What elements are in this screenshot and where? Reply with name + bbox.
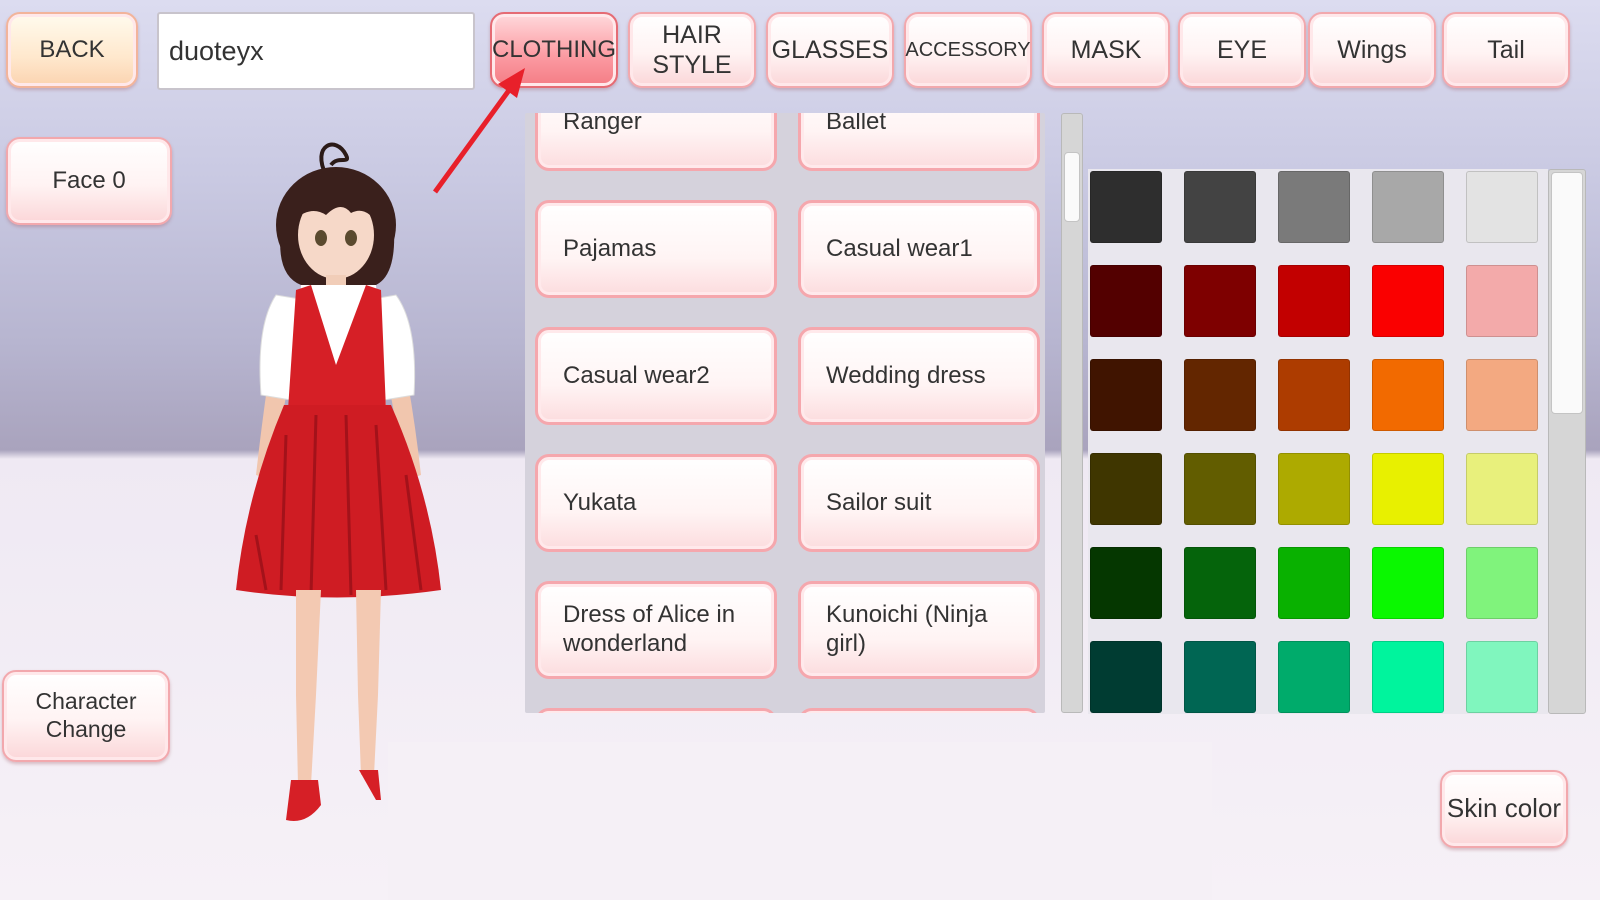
color-swatch[interactable] (1090, 171, 1162, 243)
color-swatch[interactable] (1466, 359, 1538, 431)
clothing-item[interactable]: Casual wear1 (798, 200, 1040, 298)
clothing-item[interactable]: Sailor suit (798, 454, 1040, 552)
clothing-item[interactable] (798, 708, 1040, 713)
tab-tail[interactable]: Tail (1442, 12, 1570, 88)
clothing-list-scroll-thumb[interactable] (1064, 152, 1080, 222)
color-swatch[interactable] (1184, 359, 1256, 431)
clothing-item[interactable]: Casual wear2 (535, 327, 777, 425)
clothing-item[interactable]: Dress of Alice in wonderland (535, 581, 777, 679)
color-swatch[interactable] (1466, 171, 1538, 243)
clothing-item[interactable]: Ballet (798, 113, 1040, 171)
tab-hair-style[interactable]: HAIR STYLE (628, 12, 756, 88)
clothing-item[interactable]: Wedding dress (798, 327, 1040, 425)
color-swatch[interactable] (1184, 547, 1256, 619)
skin-color-button[interactable]: Skin color (1440, 770, 1568, 848)
tab-eye[interactable]: EYE (1178, 12, 1306, 88)
color-swatch[interactable] (1466, 547, 1538, 619)
clothing-item[interactable]: Yukata (535, 454, 777, 552)
color-swatch[interactable] (1278, 171, 1350, 243)
color-swatch[interactable] (1278, 641, 1350, 713)
bottom-panel (388, 742, 1212, 900)
palette-scroll-thumb[interactable] (1551, 172, 1583, 414)
color-swatch[interactable] (1466, 265, 1538, 337)
color-swatch[interactable] (1278, 453, 1350, 525)
color-swatch[interactable] (1372, 641, 1444, 713)
tab-accessory[interactable]: ACCESSORY (904, 12, 1032, 88)
clothing-list[interactable]: Ranger Ballet Pajamas Casual wear1 Casual we… (525, 113, 1045, 713)
color-swatch[interactable] (1090, 453, 1162, 525)
color-swatch[interactable] (1184, 265, 1256, 337)
face-button[interactable]: Face 0 (6, 137, 172, 225)
color-swatch[interactable] (1372, 265, 1444, 337)
color-palette[interactable] (1088, 169, 1548, 714)
back-button[interactable]: BACK (6, 12, 138, 88)
clothing-item[interactable]: Ranger (535, 113, 777, 171)
clothing-item[interactable] (535, 708, 777, 713)
color-swatch[interactable] (1184, 641, 1256, 713)
character-change-button[interactable]: Character Change (2, 670, 170, 762)
tab-wings[interactable]: Wings (1308, 12, 1436, 88)
tutorial-arrow (432, 68, 525, 194)
color-swatch[interactable] (1278, 547, 1350, 619)
color-swatch[interactable] (1372, 359, 1444, 431)
color-swatch[interactable] (1090, 547, 1162, 619)
color-swatch[interactable] (1372, 547, 1444, 619)
palette-scrollbar[interactable] (1548, 169, 1586, 714)
tab-glasses[interactable]: GLASSES (766, 12, 894, 88)
color-swatch[interactable] (1466, 641, 1538, 713)
color-swatch[interactable] (1184, 453, 1256, 525)
color-swatch[interactable] (1090, 359, 1162, 431)
color-swatch[interactable] (1090, 641, 1162, 713)
tab-mask[interactable]: MASK (1042, 12, 1170, 88)
clothing-item[interactable]: Kunoichi (Ninja girl) (798, 581, 1040, 679)
color-swatch[interactable] (1278, 359, 1350, 431)
color-swatch[interactable] (1372, 171, 1444, 243)
color-swatch[interactable] (1184, 171, 1256, 243)
color-swatch[interactable] (1372, 453, 1444, 525)
clothing-item[interactable]: Pajamas (535, 200, 777, 298)
color-swatch[interactable] (1278, 265, 1350, 337)
color-swatch[interactable] (1466, 453, 1538, 525)
color-swatch[interactable] (1090, 265, 1162, 337)
clothing-list-scrollbar[interactable] (1061, 113, 1083, 713)
